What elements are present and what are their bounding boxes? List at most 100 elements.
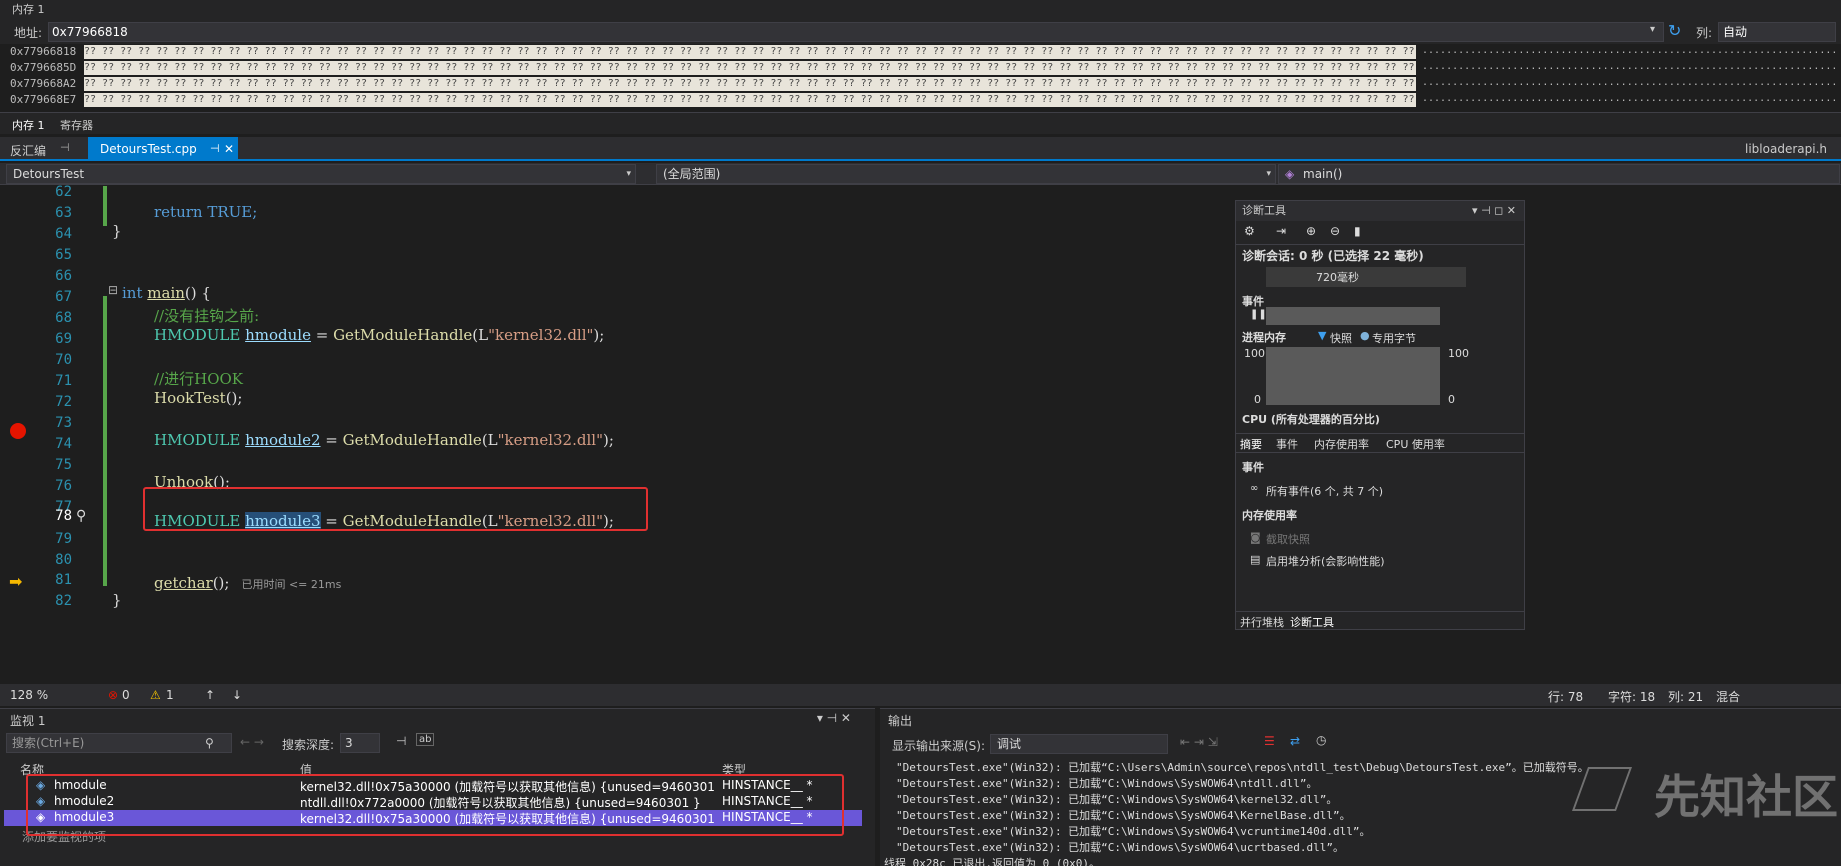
take-snapshot-button[interactable]: 截取快照 bbox=[1266, 531, 1310, 547]
summary-events-header: 事件 bbox=[1242, 461, 1264, 474]
function-name: main bbox=[147, 284, 185, 302]
tab-registers[interactable]: 寄存器 bbox=[60, 117, 93, 133]
watch-search-input[interactable]: 搜索(Ctrl+E) bbox=[6, 733, 232, 753]
memory-row-ascii[interactable]: ........................................… bbox=[1422, 61, 1837, 72]
mem-y-min: 0 bbox=[1254, 393, 1261, 406]
perf-tip[interactable]: 已用时间 <= 21ms bbox=[241, 578, 341, 591]
depth-select[interactable]: 3 bbox=[340, 733, 380, 753]
code-line-64: } bbox=[112, 222, 122, 240]
memory-row-bytes[interactable]: ?? ?? ?? ?? ?? ?? ?? ?? ?? ?? ?? ?? ?? ?… bbox=[84, 61, 1416, 75]
toolbar-icons[interactable]: ⇤ ⇥ ⇲ bbox=[1180, 735, 1218, 749]
code-line-72: HookTest(); bbox=[154, 389, 242, 407]
line-number: 71 bbox=[55, 373, 72, 389]
tab-disassembly[interactable]: 反汇编 bbox=[10, 142, 46, 159]
error-icon[interactable]: ⊗ bbox=[108, 688, 118, 702]
code-text: (); bbox=[212, 574, 230, 592]
line-ending[interactable]: 混合 bbox=[1716, 688, 1740, 705]
memory-tabs: 内存 1 寄存器 bbox=[0, 112, 1841, 134]
search-icon[interactable]: ⚲ bbox=[205, 736, 214, 750]
columns-select[interactable]: 自动 bbox=[1718, 22, 1836, 42]
comment: //没有挂钩之前: bbox=[154, 307, 260, 325]
line-number: 68 bbox=[55, 310, 72, 326]
memory-row-ascii[interactable]: ........................................… bbox=[1422, 45, 1837, 56]
memory-row-bytes[interactable]: ?? ?? ?? ?? ?? ?? ?? ?? ?? ?? ?? ?? ?? ?… bbox=[84, 93, 1416, 107]
pin-icon[interactable]: ⊣ bbox=[396, 734, 406, 748]
line-number-current: 78 bbox=[55, 508, 72, 524]
refresh-icon[interactable]: ↻ bbox=[1668, 21, 1681, 40]
pause-icon[interactable]: ❚❚ bbox=[1250, 309, 1267, 320]
output-line: 线程 0x28c 已退出,返回值为 0 (0x0)。 bbox=[884, 857, 1100, 866]
window-controls[interactable]: ▾ ⊣ ◻ ✕ bbox=[1472, 201, 1516, 221]
output-source-select[interactable]: 调试 bbox=[990, 734, 1168, 754]
snapshot-legend: 快照 bbox=[1330, 332, 1352, 345]
zoom-level[interactable]: 128 % bbox=[10, 688, 48, 702]
memory-graph[interactable] bbox=[1266, 347, 1440, 405]
export-icon[interactable]: ⇥ bbox=[1276, 224, 1286, 238]
zoom-out-icon[interactable]: ⊖ bbox=[1330, 224, 1340, 238]
mem-y-min-right: 0 bbox=[1448, 393, 1455, 406]
breakpoint-icon[interactable] bbox=[10, 423, 26, 439]
string-literal: "kernel32.dll" bbox=[497, 431, 603, 449]
address-dropdown-icon[interactable]: ▾ bbox=[1650, 24, 1655, 35]
pin-icon[interactable]: ⊣ bbox=[210, 142, 220, 155]
project-dropdown[interactable]: DetoursTest ▾ bbox=[6, 164, 636, 184]
operator: = bbox=[310, 326, 334, 344]
pin-icon[interactable]: ⊣ bbox=[60, 141, 70, 154]
clock-icon[interactable]: ◷ bbox=[1316, 733, 1326, 747]
tab-libloaderapi-h[interactable]: libloaderapi.h bbox=[1745, 142, 1827, 156]
string-literal: "kernel32.dll" bbox=[488, 326, 594, 344]
tab-parallel-stacks[interactable]: 并行堆栈 bbox=[1240, 614, 1284, 630]
hex-toggle-icon[interactable]: ab bbox=[416, 733, 435, 746]
tab-detourstest-cpp[interactable]: DetoursTest.cpp ⊣ ✕ bbox=[88, 137, 238, 161]
heap-icon: ▤ bbox=[1250, 553, 1261, 566]
tab-memory-usage[interactable]: 内存使用率 bbox=[1314, 436, 1369, 452]
memory-row-ascii[interactable]: ........................................… bbox=[1422, 93, 1837, 104]
private-bytes-marker-icon: ● bbox=[1360, 329, 1370, 342]
arrow-up-icon[interactable]: ↑ bbox=[205, 688, 215, 702]
collapse-icon[interactable]: ⊟ bbox=[108, 283, 118, 297]
address-input[interactable]: 0x77966818 bbox=[48, 22, 1664, 42]
code-line-71: //进行HOOK bbox=[154, 368, 243, 389]
diag-title-label: 诊断工具 bbox=[1242, 204, 1286, 217]
function-call: HookTest bbox=[154, 389, 226, 407]
memory-row-address: 0x779668A2 bbox=[10, 77, 77, 90]
output-line: "DetoursTest.exe"(Win32): 已加载“C:\Users\A… bbox=[896, 761, 1589, 774]
gear-icon[interactable]: ⚙ bbox=[1244, 224, 1255, 238]
watermark-text: 先知社区 bbox=[1654, 770, 1838, 824]
back-arrow-icon[interactable]: ← → bbox=[240, 735, 264, 749]
line-number: 75 bbox=[55, 457, 72, 473]
arrow-down-icon[interactable]: ↓ bbox=[232, 688, 242, 702]
line-number: 76 bbox=[55, 478, 72, 494]
member-dropdown[interactable]: ◈ main() bbox=[1278, 164, 1840, 184]
snapshot-marker-icon: ▼ bbox=[1318, 329, 1327, 342]
wrap-icon[interactable]: ⇄ bbox=[1290, 734, 1300, 748]
cursor-char: 字符: 18 bbox=[1608, 690, 1656, 704]
enable-heap-profiling[interactable]: 启用堆分析(会影响性能) bbox=[1266, 553, 1385, 569]
all-events-link[interactable]: 所有事件(6 个, 共 7 个) bbox=[1266, 483, 1383, 499]
line-number: 64 bbox=[55, 226, 72, 242]
type: HMODULE bbox=[154, 431, 241, 449]
return-statement: return TRUE; bbox=[154, 203, 258, 221]
memory-row-bytes[interactable]: ?? ?? ?? ?? ?? ?? ?? ?? ?? ?? ?? ?? ?? ?… bbox=[84, 77, 1416, 91]
close-icon[interactable]: ✕ bbox=[224, 142, 234, 156]
zoom-in-icon[interactable]: ⊕ bbox=[1306, 224, 1316, 238]
tab-cpu-usage[interactable]: CPU 使用率 bbox=[1386, 436, 1445, 452]
output-line: "DetoursTest.exe"(Win32): 已加载“C:\Windows… bbox=[896, 825, 1371, 838]
output-window: 输出 显示输出来源(S): 调试 ⇤ ⇥ ⇲ ☰ ⇄ ◷ "DetoursTes… bbox=[880, 708, 1841, 866]
memory-row-bytes[interactable]: ?? ?? ?? ?? ?? ?? ?? ?? ?? ?? ?? ?? ?? ?… bbox=[84, 45, 1416, 59]
tab-memory-1[interactable]: 内存 1 bbox=[12, 117, 45, 133]
events-track[interactable] bbox=[1266, 307, 1440, 325]
scope-dropdown[interactable]: (全局范围) ▾ bbox=[656, 164, 1276, 184]
chart-icon[interactable]: ▮ bbox=[1354, 224, 1361, 238]
timeline-ruler[interactable] bbox=[1266, 267, 1466, 287]
lightbulb-icon[interactable]: ⚲ bbox=[76, 508, 86, 524]
tab-file-label: DetoursTest.cpp bbox=[100, 142, 197, 156]
tab-events[interactable]: 事件 bbox=[1276, 436, 1298, 452]
tab-summary[interactable]: 摘要 bbox=[1240, 436, 1262, 452]
warning-icon[interactable]: ⚠ bbox=[150, 688, 161, 702]
window-controls[interactable]: ▾ ⊣ ✕ bbox=[817, 711, 851, 725]
tab-diagnostic-tools[interactable]: 诊断工具 bbox=[1290, 614, 1334, 630]
error-count: 0 bbox=[122, 688, 130, 702]
memory-row-ascii[interactable]: ........................................… bbox=[1422, 77, 1837, 88]
clear-all-icon[interactable]: ☰ bbox=[1264, 734, 1275, 748]
